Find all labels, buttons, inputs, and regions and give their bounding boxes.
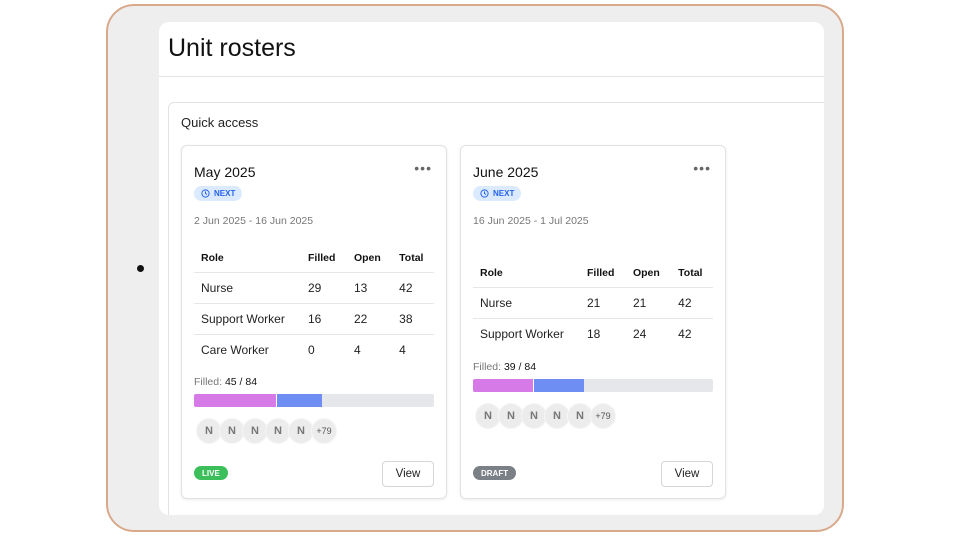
cell-role: Support Worker — [194, 303, 301, 335]
avatar-overflow-count: +79 — [590, 403, 616, 429]
table-row: Nurse 29 13 42 — [194, 272, 434, 304]
col-header-open: Open — [346, 244, 393, 273]
date-range: 2 Jun 2025 - 16 Jun 2025 — [194, 215, 314, 227]
cell-open: 22 — [346, 303, 393, 335]
next-badge-label: NEXT — [493, 189, 515, 198]
view-button[interactable]: View — [382, 461, 434, 487]
progress-segment-secondary — [275, 394, 323, 407]
table-row: Care Worker 0 4 4 — [194, 335, 434, 366]
status-badge-live: LIVE — [194, 466, 228, 480]
cell-total: 4 — [399, 343, 406, 357]
progress-segment-primary — [194, 394, 276, 407]
cell-role: Support Worker — [480, 327, 564, 341]
progress-segment-primary — [473, 379, 533, 392]
camera-dot — [137, 265, 144, 272]
more-options-icon[interactable]: ••• — [414, 160, 432, 176]
filled-summary: Filled: 45 / 84 — [194, 376, 257, 388]
progress-segment-secondary — [533, 379, 585, 392]
cell-role: Care Worker — [201, 343, 269, 357]
cell-filled: 0 — [308, 343, 315, 357]
clock-icon — [201, 189, 210, 198]
col-header-role: Role — [473, 259, 580, 288]
filled-label: Filled: — [194, 376, 223, 388]
quick-access-title: Quick access — [181, 115, 259, 130]
cell-filled: 21 — [580, 287, 626, 319]
cell-open: 4 — [353, 343, 361, 357]
screen: Unit rosters Quick access May 2025 ••• N… — [159, 22, 824, 515]
table-row: Nurse 21 21 42 — [473, 287, 713, 319]
cell-open: 21 — [625, 287, 672, 319]
filled-summary: Filled: 39 / 84 — [473, 361, 536, 373]
cell-filled: 29 — [301, 272, 347, 304]
roster-card-june: June 2025 ••• NEXT 16 Jun 2025 - 1 Jul 2… — [460, 145, 726, 499]
roster-table: Role Filled Open Total Nurse 21 21 42 Su… — [473, 259, 713, 349]
clock-icon — [480, 189, 489, 198]
cell-filled: 18 — [587, 327, 601, 341]
page-title: Unit rosters — [168, 34, 296, 62]
card-title: June 2025 — [473, 164, 539, 180]
avatar-group[interactable]: N N N N N +79 — [475, 403, 616, 429]
avatar-group[interactable]: N N N N N +79 — [196, 418, 337, 444]
cell-role: Nurse — [194, 272, 301, 304]
table-header-row: Role Filled Open Total — [194, 244, 434, 273]
next-badge: NEXT — [473, 186, 522, 201]
table-row: Support Worker 16 22 38 — [194, 303, 434, 335]
roster-table: Role Filled Open Total Nurse 29 13 42 Su… — [194, 244, 434, 365]
col-header-total: Total — [671, 259, 713, 288]
status-badge-draft: DRAFT — [473, 466, 517, 480]
filled-value: 39 / 84 — [503, 361, 537, 373]
next-badge-label: NEXT — [214, 189, 236, 198]
col-header-filled: Filled — [580, 259, 626, 288]
more-options-icon[interactable]: ••• — [693, 160, 711, 176]
fill-progress-bar — [473, 379, 713, 392]
cell-total: 42 — [392, 272, 434, 304]
col-header-filled: Filled — [301, 244, 347, 273]
title-divider — [159, 76, 824, 77]
cell-role: Nurse — [473, 287, 580, 319]
filled-label: Filled: — [473, 361, 502, 373]
view-button[interactable]: View — [661, 461, 713, 487]
table-row: Support Worker 18 24 42 — [473, 319, 713, 350]
col-header-total: Total — [392, 244, 434, 273]
avatar-overflow-count: +79 — [311, 418, 337, 444]
table-header-row: Role Filled Open Total — [473, 259, 713, 288]
cell-open: 13 — [346, 272, 393, 304]
quick-access-panel: Quick access May 2025 ••• NEXT 2 Jun 202… — [168, 102, 824, 515]
cell-total: 42 — [678, 327, 692, 341]
cell-total: 42 — [671, 287, 713, 319]
fill-progress-bar — [194, 394, 434, 407]
col-header-open: Open — [625, 259, 672, 288]
cell-open: 24 — [632, 327, 647, 341]
cell-total: 38 — [392, 303, 434, 335]
card-title: May 2025 — [194, 164, 256, 180]
next-badge: NEXT — [194, 186, 243, 201]
col-header-role: Role — [194, 244, 301, 273]
filled-value: 45 / 84 — [224, 376, 258, 388]
date-range: 16 Jun 2025 - 1 Jul 2025 — [473, 215, 589, 227]
roster-card-may: May 2025 ••• NEXT 2 Jun 2025 - 16 Jun 20… — [181, 145, 447, 499]
cell-filled: 16 — [301, 303, 347, 335]
